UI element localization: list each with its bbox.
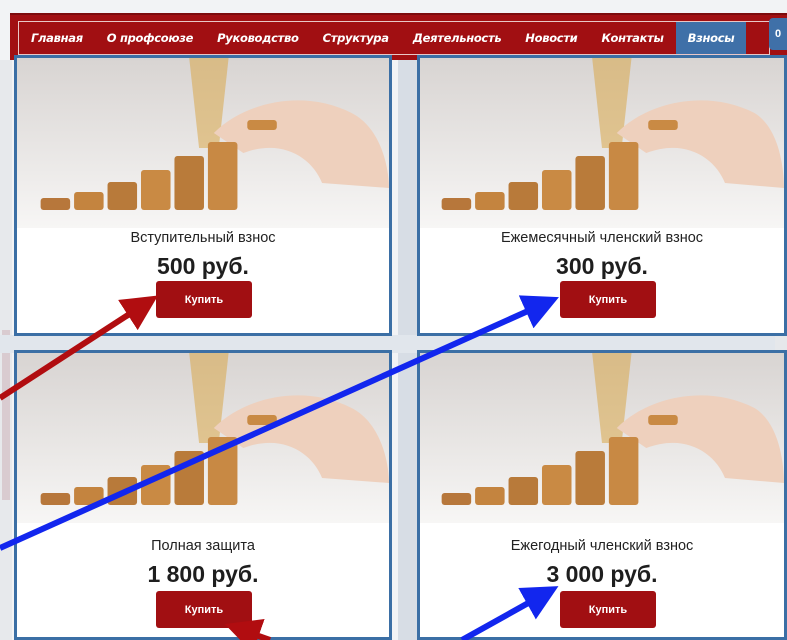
nav-item-about[interactable]: О профсоюзе [95,22,205,54]
buy-button[interactable]: Купить [156,281,252,318]
product-price: 3 000 руб. [546,561,658,587]
buy-button[interactable]: Купить [156,591,252,628]
product-card-full-protection: Полная защита 1 800 руб. Купить [14,350,392,640]
product-price: 1 800 руб. [147,561,259,587]
page-background-accent [2,330,10,500]
coins-photo [17,353,389,523]
product-card-entry-fee: Вступительный взнос 500 руб. Купить [14,55,392,336]
coins-photo [17,58,389,228]
product-title: Ежегодный членский взнос [510,538,694,554]
nav-item-news[interactable]: Новости [513,22,589,54]
buy-button[interactable]: Купить [560,591,656,628]
top-navigation: Главная О профсоюзе Руководство Структур… [10,13,787,60]
product-price: 500 руб. [157,253,249,279]
nav-item-contacts[interactable]: Контакты [589,22,675,54]
coins-photo [420,353,784,523]
nav-item-home[interactable]: Главная [19,22,95,54]
product-title: Вступительный взнос [130,230,276,246]
product-price: 300 руб. [556,253,648,279]
cart-count-badge[interactable]: 0 [769,18,787,50]
product-card-monthly-fee: Ежемесячный членский взнос 300 руб. Купи… [417,55,787,336]
nav-item-leadership[interactable]: Руководство [205,22,310,54]
nav-item-fees[interactable]: Взносы [675,22,747,54]
product-card-annual-fee: Ежегодный членский взнос 3 000 руб. Купи… [417,350,787,640]
buy-button[interactable]: Купить [560,281,656,318]
nav-item-structure[interactable]: Структура [311,22,401,54]
nav-item-activity[interactable]: Деятельность [401,22,514,54]
product-title: Ежемесячный членский взнос [500,230,704,246]
nav-menu: Главная О профсоюзе Руководство Структур… [18,21,770,55]
coins-photo [420,58,784,228]
product-title: Полная защита [151,538,255,554]
